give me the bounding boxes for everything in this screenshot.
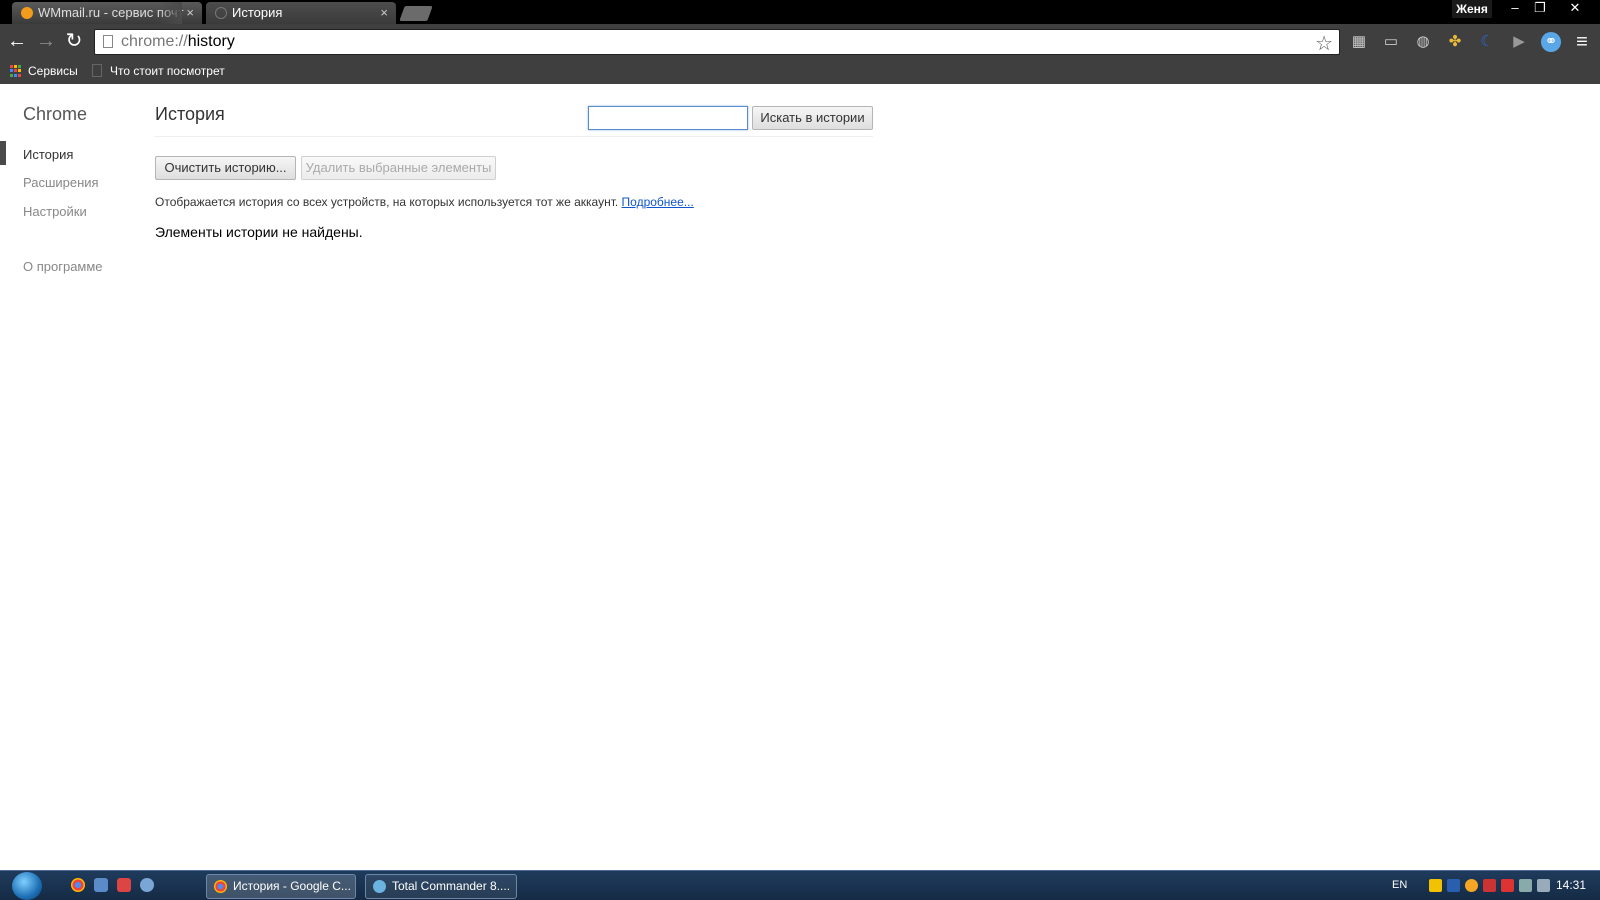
restore-button[interactable]: ❐ bbox=[1528, 0, 1552, 18]
history-page: Chrome История Расширения Настройки О пр… bbox=[0, 84, 1600, 870]
tray-icon[interactable] bbox=[1465, 879, 1478, 892]
apps-grid-icon bbox=[10, 65, 22, 77]
taskbar-task-total-commander[interactable]: Total Commander 8.... bbox=[365, 874, 517, 899]
colorful-extension-icon[interactable]: ✤ bbox=[1445, 32, 1465, 52]
search-input[interactable] bbox=[588, 106, 748, 130]
empty-history-message: Элементы истории не найдены. bbox=[155, 224, 363, 240]
language-indicator[interactable]: EN bbox=[1392, 879, 1407, 891]
screen: WMmail.ru - сервис почт × История × Женя… bbox=[0, 0, 1600, 900]
tab-strip: WMmail.ru - сервис почт × История × Женя… bbox=[0, 0, 1600, 24]
sidebar-title: Chrome bbox=[23, 104, 88, 124]
profile-user-button[interactable]: Женя bbox=[1452, 0, 1492, 18]
globe-extension-icon[interactable]: ◍ bbox=[1413, 32, 1433, 52]
tab-close-icon[interactable]: × bbox=[380, 2, 388, 23]
close-window-button[interactable]: ✕ bbox=[1560, 0, 1590, 18]
bookmark-item[interactable]: Что стоит посмотрет bbox=[90, 62, 225, 80]
bookmark-star-icon[interactable]: ☆ bbox=[1315, 31, 1333, 56]
tab-title-fade bbox=[158, 2, 182, 24]
sidebar-item-about[interactable]: О программе bbox=[23, 259, 103, 274]
play-extension-icon[interactable]: ▶ bbox=[1509, 32, 1529, 52]
clock[interactable]: 14:31 bbox=[1556, 878, 1586, 892]
reader-extension-icon[interactable]: ▦ bbox=[1349, 32, 1369, 52]
reload-button[interactable]: ↻ bbox=[63, 30, 85, 52]
bookmarks-bar: Сервисы Что стоит посмотрет bbox=[0, 58, 1600, 84]
bookmark-label: Что стоит посмотрет bbox=[110, 64, 225, 78]
sidebar-item-settings[interactable]: Настройки bbox=[23, 204, 87, 219]
sidebar-item-history[interactable]: История bbox=[23, 147, 73, 162]
card-extension-icon[interactable]: ▭ bbox=[1381, 32, 1401, 52]
tab-history[interactable]: История × bbox=[206, 2, 396, 24]
start-button[interactable] bbox=[12, 872, 42, 900]
header-divider bbox=[155, 136, 873, 137]
menu-icon[interactable]: ≡ bbox=[1572, 32, 1592, 52]
desktop-quicklaunch-icon[interactable] bbox=[94, 878, 108, 892]
page-title: История bbox=[155, 104, 225, 124]
sync-info-text: Отображается история со всех устройств, … bbox=[155, 195, 694, 209]
wmmail-favicon-icon bbox=[21, 7, 33, 19]
speaker-icon[interactable] bbox=[1483, 879, 1496, 892]
back-button[interactable]: ← bbox=[6, 30, 28, 52]
learn-more-link[interactable]: Подробнее... bbox=[622, 195, 694, 209]
page-icon bbox=[92, 64, 102, 77]
tray-icon[interactable] bbox=[1429, 879, 1442, 892]
url-text[interactable]: chrome://history bbox=[121, 33, 235, 51]
tab-title: История bbox=[232, 5, 283, 20]
forward-button[interactable]: → bbox=[35, 30, 57, 52]
new-tab-button[interactable] bbox=[399, 6, 433, 21]
toolbar: ← → ↻ chrome://history ☆ ▦ ▭ ◍ ✤ ☾ ▶ ⚭ ≡ bbox=[0, 24, 1600, 58]
taskbar-task-chrome[interactable]: История - Google C... bbox=[206, 874, 356, 899]
page-icon bbox=[103, 35, 113, 48]
sidebar-item-extensions[interactable]: Расширения bbox=[23, 175, 99, 190]
clear-history-button[interactable]: Очистить историю... bbox=[155, 156, 296, 180]
search-history-button[interactable]: Искать в истории bbox=[752, 106, 873, 130]
crescent-extension-icon[interactable]: ☾ bbox=[1477, 32, 1497, 52]
link-extension-icon[interactable]: ⚭ bbox=[1541, 32, 1561, 52]
url-scheme: chrome:// bbox=[121, 33, 188, 50]
tray-icon[interactable] bbox=[1537, 879, 1550, 892]
info-text: Отображается история со всех устройств, … bbox=[155, 195, 619, 209]
url-path: history bbox=[187, 33, 235, 50]
network-icon[interactable] bbox=[1519, 879, 1532, 892]
blank-favicon-icon bbox=[215, 7, 227, 19]
sidebar-active-marker bbox=[0, 141, 6, 165]
tab-wmmail[interactable]: WMmail.ru - сервис почт × bbox=[12, 2, 202, 24]
shield-icon[interactable] bbox=[1501, 879, 1514, 892]
tray-icon[interactable] bbox=[1447, 879, 1460, 892]
task-label: История - Google C... bbox=[233, 879, 351, 893]
tab-close-icon[interactable]: × bbox=[186, 2, 194, 23]
minimize-button[interactable]: – bbox=[1503, 0, 1527, 18]
chrome-quicklaunch-icon[interactable] bbox=[71, 878, 85, 892]
remove-selected-button[interactable]: Удалить выбранные элементы bbox=[301, 156, 496, 180]
bookmark-apps[interactable]: Сервисы bbox=[8, 62, 78, 80]
task-label: Total Commander 8.... bbox=[392, 879, 511, 893]
floppy-quicklaunch-icon[interactable] bbox=[117, 878, 131, 892]
bookmark-label: Сервисы bbox=[28, 64, 78, 78]
total-commander-icon bbox=[373, 880, 386, 893]
taskbar: История - Google C... Total Commander 8.… bbox=[0, 870, 1600, 900]
globe-quicklaunch-icon[interactable] bbox=[140, 878, 154, 892]
address-bar[interactable]: chrome://history ☆ bbox=[94, 29, 1340, 55]
chrome-icon bbox=[214, 880, 227, 893]
